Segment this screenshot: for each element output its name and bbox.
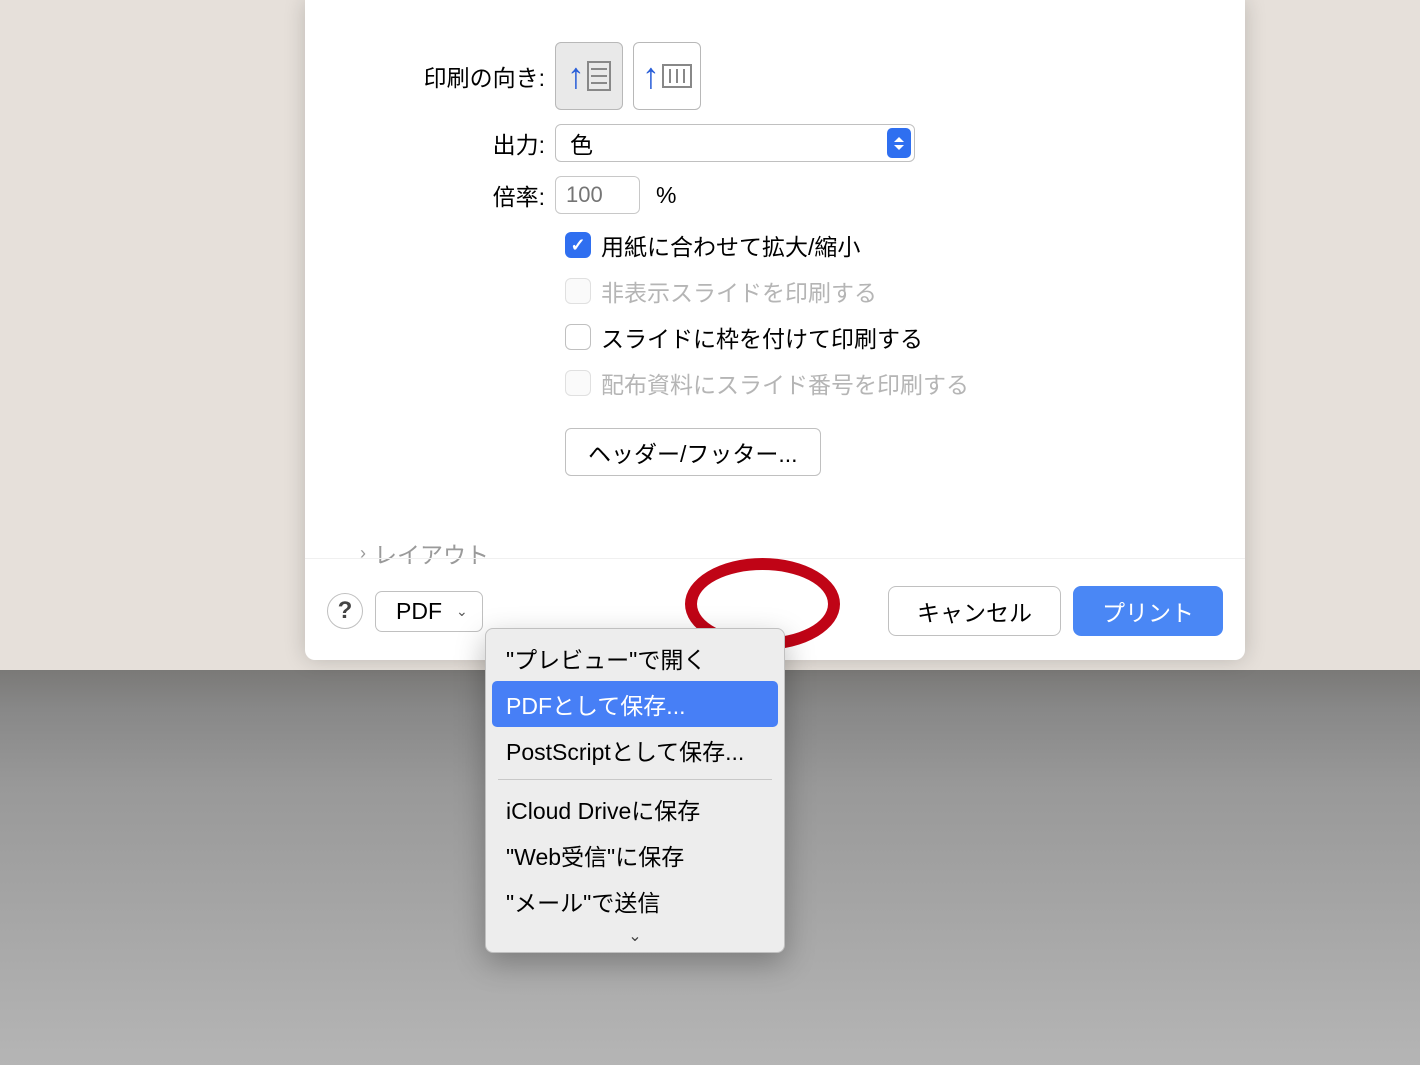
print-frame-label: スライドに枠を付けて印刷する <box>601 320 923 354</box>
checkbox-checked-icon: ✓ <box>565 232 591 258</box>
checkbox-disabled-icon <box>565 278 591 304</box>
layout-disclosure-label: レイアウト <box>374 536 489 570</box>
output-label: 出力: <box>305 126 555 160</box>
pdf-popup-menu: "プレビュー"で開く PDFとして保存... PostScriptとして保存..… <box>485 628 785 953</box>
chevron-right-icon: › <box>360 543 366 564</box>
print-hidden-label: 非表示スライドを印刷する <box>601 274 877 308</box>
menu-open-preview[interactable]: "プレビュー"で開く <box>486 635 784 681</box>
menu-separator <box>498 779 772 780</box>
scale-input[interactable] <box>555 176 640 214</box>
pdf-button-label: PDF <box>396 598 442 625</box>
chevron-down-icon: ⌄ <box>456 603 468 620</box>
menu-save-web[interactable]: "Web受信"に保存 <box>486 832 784 878</box>
output-select[interactable]: 色 <box>555 124 915 162</box>
menu-more-chevron-icon[interactable]: ⌄ <box>486 924 784 946</box>
checkbox-disabled-icon <box>565 370 591 396</box>
help-button[interactable]: ? <box>327 593 363 629</box>
checkbox-unchecked-icon <box>565 324 591 350</box>
fit-to-paper-label: 用紙に合わせて拡大/縮小 <box>601 228 860 262</box>
orientation-landscape-button[interactable]: ↑ <box>633 42 701 110</box>
menu-send-mail[interactable]: "メール"で送信 <box>486 878 784 924</box>
orientation-label: 印刷の向き: <box>305 59 555 93</box>
print-slide-number-label: 配布資料にスライド番号を印刷する <box>601 366 969 400</box>
select-arrows-icon <box>887 128 911 158</box>
menu-save-as-postscript[interactable]: PostScriptとして保存... <box>486 727 784 773</box>
menu-save-as-pdf[interactable]: PDFとして保存... <box>492 681 778 727</box>
portrait-doc-icon <box>587 61 611 91</box>
divider <box>305 558 1245 559</box>
print-button[interactable]: プリント <box>1073 586 1223 636</box>
print-slide-number-checkbox-row: 配布資料にスライド番号を印刷する <box>565 366 1245 400</box>
scale-label: 倍率: <box>305 178 555 212</box>
output-value: 色 <box>570 126 593 160</box>
percent-label: % <box>656 182 676 209</box>
header-footer-button[interactable]: ヘッダー/フッター... <box>565 428 821 476</box>
print-dialog: 印刷の向き: ↑ ↑ 出力: 色 <box>305 0 1245 660</box>
landscape-doc-icon <box>662 64 692 88</box>
print-hidden-checkbox-row: 非表示スライドを印刷する <box>565 274 1245 308</box>
layout-disclosure[interactable]: › レイアウト <box>360 536 489 570</box>
arrow-up-icon: ↑ <box>567 55 585 97</box>
pdf-dropdown-button[interactable]: PDF ⌄ <box>375 591 483 632</box>
cancel-button[interactable]: キャンセル <box>888 586 1061 636</box>
arrow-up-icon: ↑ <box>642 55 660 97</box>
menu-save-icloud[interactable]: iCloud Driveに保存 <box>486 786 784 832</box>
fit-to-paper-checkbox-row[interactable]: ✓ 用紙に合わせて拡大/縮小 <box>565 228 1245 262</box>
orientation-portrait-button[interactable]: ↑ <box>555 42 623 110</box>
print-frame-checkbox-row[interactable]: スライドに枠を付けて印刷する <box>565 320 1245 354</box>
